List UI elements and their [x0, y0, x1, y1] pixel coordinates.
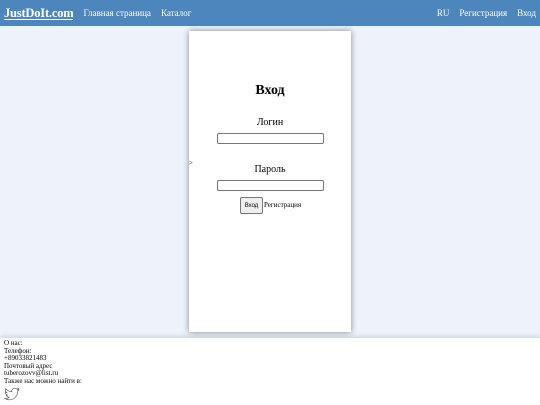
- language-switch[interactable]: RU: [437, 8, 450, 18]
- nav-home-link[interactable]: Главная страница: [83, 8, 150, 18]
- footer-address-label: Почтовый адрес: [4, 361, 53, 370]
- nav-login-link[interactable]: Вход: [517, 8, 536, 18]
- footer-phone: +89033821483: [4, 354, 47, 363]
- password-label: Пароль: [254, 164, 286, 175]
- site-logo[interactable]: JustDoIt.com: [4, 6, 74, 20]
- nav-register-link[interactable]: Регистрация: [459, 8, 507, 18]
- nav-right-group: RU Регистрация Вход: [427, 8, 536, 18]
- login-card: Вход Логин Пароль: [189, 31, 351, 332]
- login-label: Логин: [256, 117, 284, 128]
- login-submit-button[interactable]: Вход: [240, 197, 263, 214]
- twitter-icon[interactable]: [3, 387, 20, 401]
- top-navbar: JustDoIt.com Главная страница Каталог RU…: [0, 0, 540, 26]
- footer-email: tuberozovv@list.ru: [4, 369, 59, 378]
- footer-phone-label: Телефон:: [4, 346, 32, 355]
- footer-about: О нас:: [4, 339, 23, 347]
- arrow-marker: >: [189, 159, 193, 167]
- login-field[interactable]: [217, 133, 324, 144]
- register-link[interactable]: Регистрация: [264, 201, 301, 209]
- page-title: Вход: [255, 83, 285, 98]
- footer: О нас: Телефон: +89033821483 Почтовый ад…: [0, 338, 540, 405]
- footer-social-label: Также нас можно найти в:: [4, 376, 82, 385]
- password-field[interactable]: [217, 180, 324, 191]
- nav-catalog-link[interactable]: Каталог: [161, 8, 191, 18]
